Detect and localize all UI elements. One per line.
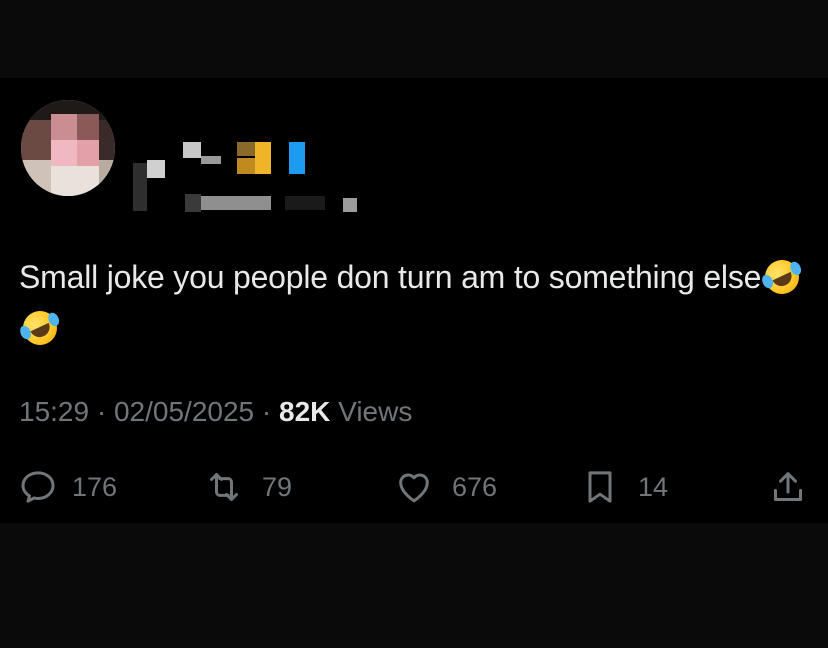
bookmark-button[interactable]: 14 xyxy=(580,465,668,509)
reply-count: 176 xyxy=(72,471,118,502)
repost-button[interactable]: 79 xyxy=(204,465,292,509)
avatar[interactable] xyxy=(21,100,115,196)
share-icon xyxy=(774,472,802,501)
repost-count: 79 xyxy=(262,471,293,502)
bottom-band xyxy=(0,523,828,648)
reply-button[interactable]: 176 xyxy=(18,465,117,509)
bookmark-icon xyxy=(588,471,612,503)
meta-separator: · xyxy=(96,396,107,427)
top-band xyxy=(0,0,828,78)
heart-icon xyxy=(399,473,429,503)
bookmark-count: 14 xyxy=(638,471,669,502)
meta-separator: · xyxy=(261,396,272,427)
views-count: 82K xyxy=(279,396,331,427)
tweet-card[interactable]: Small joke you people don turn am to som… xyxy=(0,78,828,523)
repost-icon xyxy=(210,473,238,501)
views-label: Views xyxy=(338,396,413,427)
tweet-date[interactable]: 02/05/2025 xyxy=(114,396,254,427)
display-name-redacted[interactable] xyxy=(125,108,365,212)
action-bar: 176 79 676 14 xyxy=(0,465,828,509)
tweet-time[interactable]: 15:29 xyxy=(19,396,89,427)
laughing-emoji-icon xyxy=(17,305,63,351)
like-count: 676 xyxy=(452,471,498,502)
reply-icon xyxy=(21,471,55,503)
like-button[interactable]: 676 xyxy=(394,465,497,509)
tweet-text: Small joke you people don turn am to som… xyxy=(17,252,809,354)
share-button[interactable] xyxy=(768,465,808,509)
tweet-meta: 15:29 · 02/05/2025 · 82K Views xyxy=(19,396,412,428)
tweet-body: Small joke you people don turn am to som… xyxy=(19,259,762,295)
laughing-emoji-icon xyxy=(759,254,805,300)
